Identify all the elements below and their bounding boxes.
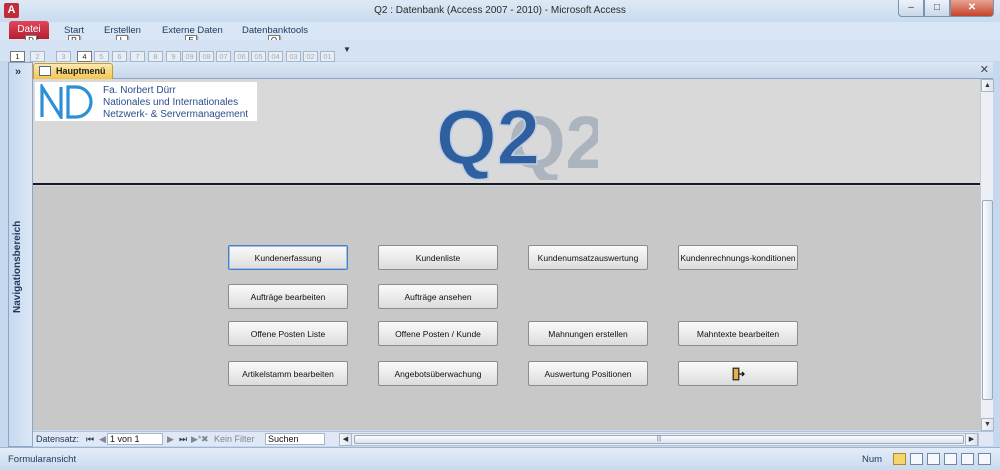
scroll-down-icon[interactable]: ▼ <box>981 418 994 431</box>
kundenliste-button[interactable]: Kundenliste <box>378 245 498 270</box>
navigation-pane[interactable]: » Navigationsbereich <box>8 62 33 447</box>
kundenumsatzauswertung-button[interactable]: Kundenumsatzauswertung <box>528 245 648 270</box>
q2-logo-text: Q2 <box>436 93 540 180</box>
next-record-icon[interactable]: ▶ <box>167 434 174 445</box>
filter-icon[interactable]: ✖ <box>201 434 209 445</box>
company-line-2: Nationales und Internationales <box>103 97 239 108</box>
qat-keytip[interactable]: 09 <box>182 51 197 62</box>
qat-keytip[interactable]: 8 <box>148 51 163 62</box>
design-view-icon[interactable] <box>944 453 957 465</box>
navigation-pane-label[interactable]: Navigationsbereich <box>12 221 23 313</box>
horizontal-scrollbar[interactable]: ◀ ||| ▶ <box>339 433 979 446</box>
artikelstamm-bearbeiten-button[interactable]: Artikelstamm bearbeiten <box>228 361 348 386</box>
auftraege-ansehen-button[interactable]: Aufträge ansehen <box>378 284 498 309</box>
qat-keytip[interactable]: 01 <box>320 51 335 62</box>
mahnungen-erstellen-button[interactable]: Mahnungen erstellen <box>528 321 648 346</box>
status-view-name: Formularansicht <box>8 454 77 465</box>
qat-keytip[interactable]: 6 <box>112 51 127 62</box>
vertical-scroll-thumb[interactable] <box>982 200 993 400</box>
document-tab-label: Hauptmenü <box>56 66 106 76</box>
q2-logo: Q2 Q2 <box>435 92 598 180</box>
scroll-left-icon[interactable]: ◀ <box>339 433 352 446</box>
qat-keytip[interactable]: 5 <box>94 51 109 62</box>
title-bar: A Q2 : Datenbank (Access 2007 - 2010) - … <box>0 0 1000 22</box>
company-line-3: Netzwerk- & Servermanagement <box>103 109 249 120</box>
qat-keytip[interactable]: 03 <box>286 51 301 62</box>
auftraege-bearbeiten-button[interactable]: Aufträge bearbeiten <box>228 284 348 309</box>
nav-expand-icon[interactable]: » <box>15 66 21 78</box>
exit-door-icon <box>732 367 745 380</box>
qat-keytip[interactable]: 2 <box>30 51 45 62</box>
kundenrechnungskonditionen-button[interactable]: Kundenrechnungs-konditionen <box>678 245 798 270</box>
qat-customize-icon[interactable]: ▼ <box>343 45 351 54</box>
last-record-icon[interactable]: ⏭ <box>179 434 187 445</box>
chart-view-icon[interactable] <box>978 453 991 465</box>
maximize-icon[interactable]: □ <box>924 0 950 17</box>
form-header: Fa. Norbert Dürr Nationales und Internat… <box>33 79 980 185</box>
qat-keytip[interactable]: 9 <box>166 51 181 62</box>
qat-keytip[interactable]: 07 <box>216 51 231 62</box>
form-view-icon[interactable] <box>893 453 906 465</box>
qat-keytip[interactable]: 1 <box>10 51 25 62</box>
nd-logo-icon <box>40 84 93 119</box>
horizontal-scroll-thumb[interactable]: ||| <box>354 435 964 444</box>
vertical-scrollbar[interactable]: ▲ ▼ <box>980 79 994 431</box>
close-document-icon[interactable]: ✕ <box>980 63 989 76</box>
quick-access-toolbar: 1 2 3 4 5 6 7 8 9 09 08 07 06 05 04 03 0… <box>0 40 1000 62</box>
qat-keytip[interactable]: 04 <box>268 51 283 62</box>
qat-keytip[interactable]: 08 <box>199 51 214 62</box>
ribbon-tab-strip: Start Erstellen Externe Daten Datenbankt… <box>0 22 1000 59</box>
datasheet-view-icon[interactable] <box>910 453 923 465</box>
document-tab-strip: Hauptmenü ✕ <box>33 62 993 79</box>
window-controls: – □ ✕ <box>898 0 994 18</box>
record-label: Datensatz: <box>36 434 80 444</box>
qat-keytip[interactable]: 05 <box>251 51 266 62</box>
first-record-icon[interactable]: ⏮ <box>86 434 94 445</box>
status-bar: Formularansicht Num <box>0 447 1000 470</box>
filter-status[interactable]: Kein Filter <box>214 434 255 444</box>
qat-keytip[interactable]: 3 <box>56 51 71 62</box>
auswertung-positionen-button[interactable]: Auswertung Positionen <box>528 361 648 386</box>
previous-record-icon[interactable]: ◀ <box>99 434 106 445</box>
form-detail: Kundenerfassung Kundenliste Kundenumsatz… <box>33 186 980 430</box>
company-banner: Fa. Norbert Dürr Nationales und Internat… <box>35 82 257 121</box>
qat-keytip[interactable]: 02 <box>303 51 318 62</box>
layout-view-icon[interactable] <box>927 453 940 465</box>
window-title: Q2 : Datenbank (Access 2007 - 2010) - Mi… <box>374 5 626 16</box>
kundenerfassung-button[interactable]: Kundenerfassung <box>228 245 348 270</box>
qat-keytip[interactable]: 06 <box>234 51 249 62</box>
scroll-up-icon[interactable]: ▲ <box>981 79 994 92</box>
qat-keytip[interactable]: 4 <box>77 51 92 62</box>
qat-keytip[interactable]: 7 <box>130 51 145 62</box>
tab-hauptmenue[interactable]: Hauptmenü <box>33 63 113 79</box>
record-navigation-bar: Datensatz: ⏮ ◀ 1 von 1 ▶ ⏭ ▶* ✖ Kein Fil… <box>33 431 993 446</box>
mahntexte-bearbeiten-button[interactable]: Mahntexte bearbeiten <box>678 321 798 346</box>
scroll-right-icon[interactable]: ▶ <box>965 433 978 446</box>
new-record-icon[interactable]: ▶* <box>191 434 201 445</box>
offene-posten-kunde-button[interactable]: Offene Posten / Kunde <box>378 321 498 346</box>
search-input[interactable]: Suchen <box>265 433 325 445</box>
form-icon <box>39 66 51 76</box>
exit-button[interactable] <box>678 361 798 386</box>
close-window-icon[interactable]: ✕ <box>950 0 994 17</box>
company-name: Fa. Norbert Dürr <box>103 85 176 96</box>
angebotsueberwachung-button[interactable]: Angebotsüberwachung <box>378 361 498 386</box>
minimize-icon[interactable]: – <box>898 0 924 17</box>
offene-posten-liste-button[interactable]: Offene Posten Liste <box>228 321 348 346</box>
pivot-view-icon[interactable] <box>961 453 974 465</box>
numlock-indicator: Num <box>862 454 883 465</box>
record-position-input[interactable]: 1 von 1 <box>107 433 163 445</box>
